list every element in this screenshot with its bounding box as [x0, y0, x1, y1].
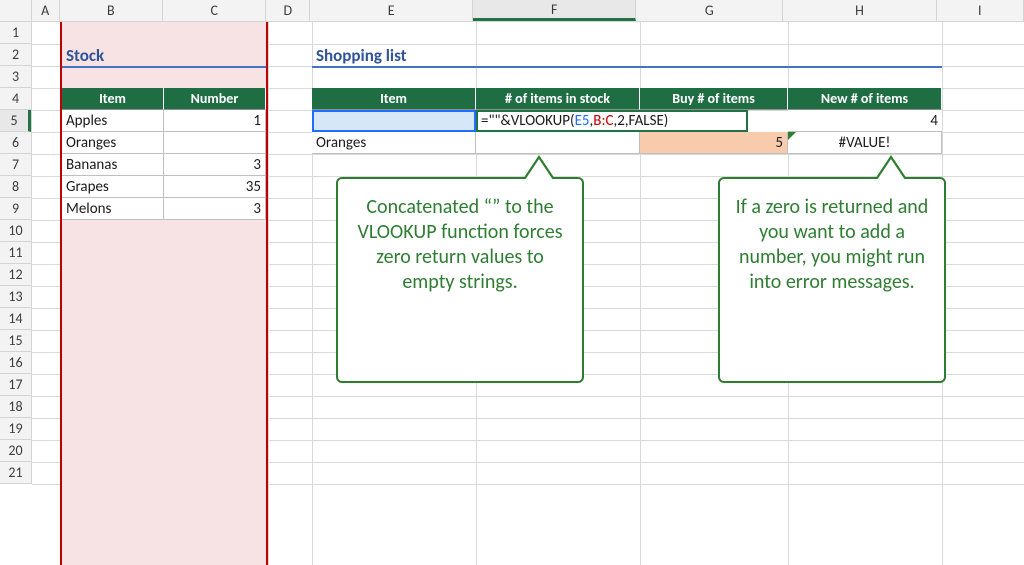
row-header-13[interactable]: 13	[0, 286, 31, 308]
row-headers: 1 2 3 4 5 6 7 8 9 10 11 12 13 14 15 16 1…	[0, 22, 32, 484]
col-header-C[interactable]: C	[163, 0, 266, 21]
row-header-15[interactable]: 15	[0, 330, 31, 352]
row-header-18[interactable]: 18	[0, 396, 31, 418]
col-header-G[interactable]: G	[636, 0, 783, 21]
callout-1-tail-inner	[525, 159, 553, 180]
column-headers: A B C D E F G H I	[0, 0, 1024, 22]
row-header-19[interactable]: 19	[0, 418, 31, 440]
row-header-20[interactable]: 20	[0, 440, 31, 462]
row-header-1[interactable]: 1	[0, 22, 31, 44]
stock-row-number[interactable]: 3	[164, 154, 266, 176]
stock-row-item[interactable]: Oranges	[62, 132, 164, 154]
col-header-E[interactable]: E	[310, 0, 473, 21]
stock-row-item[interactable]: Apples	[62, 110, 164, 132]
col-header-B[interactable]: B	[60, 0, 163, 21]
stock-row-number[interactable]: 3	[164, 198, 266, 220]
row-header-5[interactable]: 5	[0, 110, 31, 132]
shop-row-new-error[interactable]: #VALUE!	[788, 132, 942, 154]
stock-row-number[interactable]	[164, 132, 266, 154]
row-header-7[interactable]: 7	[0, 154, 31, 176]
col-header-H[interactable]: H	[783, 0, 936, 21]
stock-header-item: Item	[62, 88, 164, 110]
callout-2-tail-inner	[877, 159, 905, 180]
shop-row-item[interactable]: Oranges	[312, 132, 476, 154]
row-header-16[interactable]: 16	[0, 352, 31, 374]
row-header-3[interactable]: 3	[0, 66, 31, 88]
stock-row-item[interactable]: Grapes	[62, 176, 164, 198]
row-header-2[interactable]: 2	[0, 44, 31, 66]
shopping-title: Shopping list	[312, 44, 942, 68]
ref-highlight-e5	[312, 110, 476, 132]
col-header-I[interactable]: I	[937, 0, 1024, 21]
callout-1: Concatenated “” to the VLOOKUP function …	[336, 177, 584, 383]
col-header-D[interactable]: D	[266, 0, 310, 21]
formula-suffix: ,2,FALSE)	[613, 112, 668, 130]
stock-row-item[interactable]: Melons	[62, 198, 164, 220]
row-header-9[interactable]: 9	[0, 198, 31, 220]
stock-header-number: Number	[164, 88, 266, 110]
shop-row-buy[interactable]: 5	[640, 132, 788, 154]
spreadsheet: A B C D E F G H I 1 2 3 4 5 6 7 8 9 10 1…	[0, 0, 1024, 565]
stock-row-item[interactable]: Bananas	[62, 154, 164, 176]
shop-header-new: New # of items	[788, 88, 942, 110]
callout-2: If a zero is returned and you want to ad…	[718, 177, 946, 383]
shop-header-item: Item	[312, 88, 476, 110]
row-header-21[interactable]: 21	[0, 462, 31, 484]
formula-ref2: B:C	[593, 112, 613, 130]
formula-prefix: =""&VLOOKUP(	[481, 112, 575, 130]
shop-header-buy: Buy # of items	[640, 88, 788, 110]
col-header-A[interactable]: A	[32, 0, 60, 21]
row-header-8[interactable]: 8	[0, 176, 31, 198]
row-header-11[interactable]: 11	[0, 242, 31, 264]
select-all-corner[interactable]	[0, 0, 32, 21]
shop-row-new[interactable]: 4	[788, 110, 942, 132]
stock-row-number[interactable]: 35	[164, 176, 266, 198]
row-header-12[interactable]: 12	[0, 264, 31, 286]
row-header-10[interactable]: 10	[0, 220, 31, 242]
stock-title: Stock	[62, 44, 266, 68]
row-header-17[interactable]: 17	[0, 374, 31, 396]
formula-ref1: E5	[575, 112, 590, 130]
shop-header-stock: # of items in stock	[476, 88, 640, 110]
grid[interactable]: Stock Shopping list Item Number Apples 1…	[32, 22, 1024, 565]
col-header-F[interactable]: F	[473, 0, 636, 21]
shop-row-stock[interactable]	[476, 132, 640, 154]
active-cell-formula[interactable]: =""&VLOOKUP(E5,B:C,2,FALSE)	[476, 110, 748, 132]
row-header-6[interactable]: 6	[0, 132, 31, 154]
stock-row-number[interactable]: 1	[164, 110, 266, 132]
row-header-4[interactable]: 4	[0, 88, 31, 110]
row-header-14[interactable]: 14	[0, 308, 31, 330]
